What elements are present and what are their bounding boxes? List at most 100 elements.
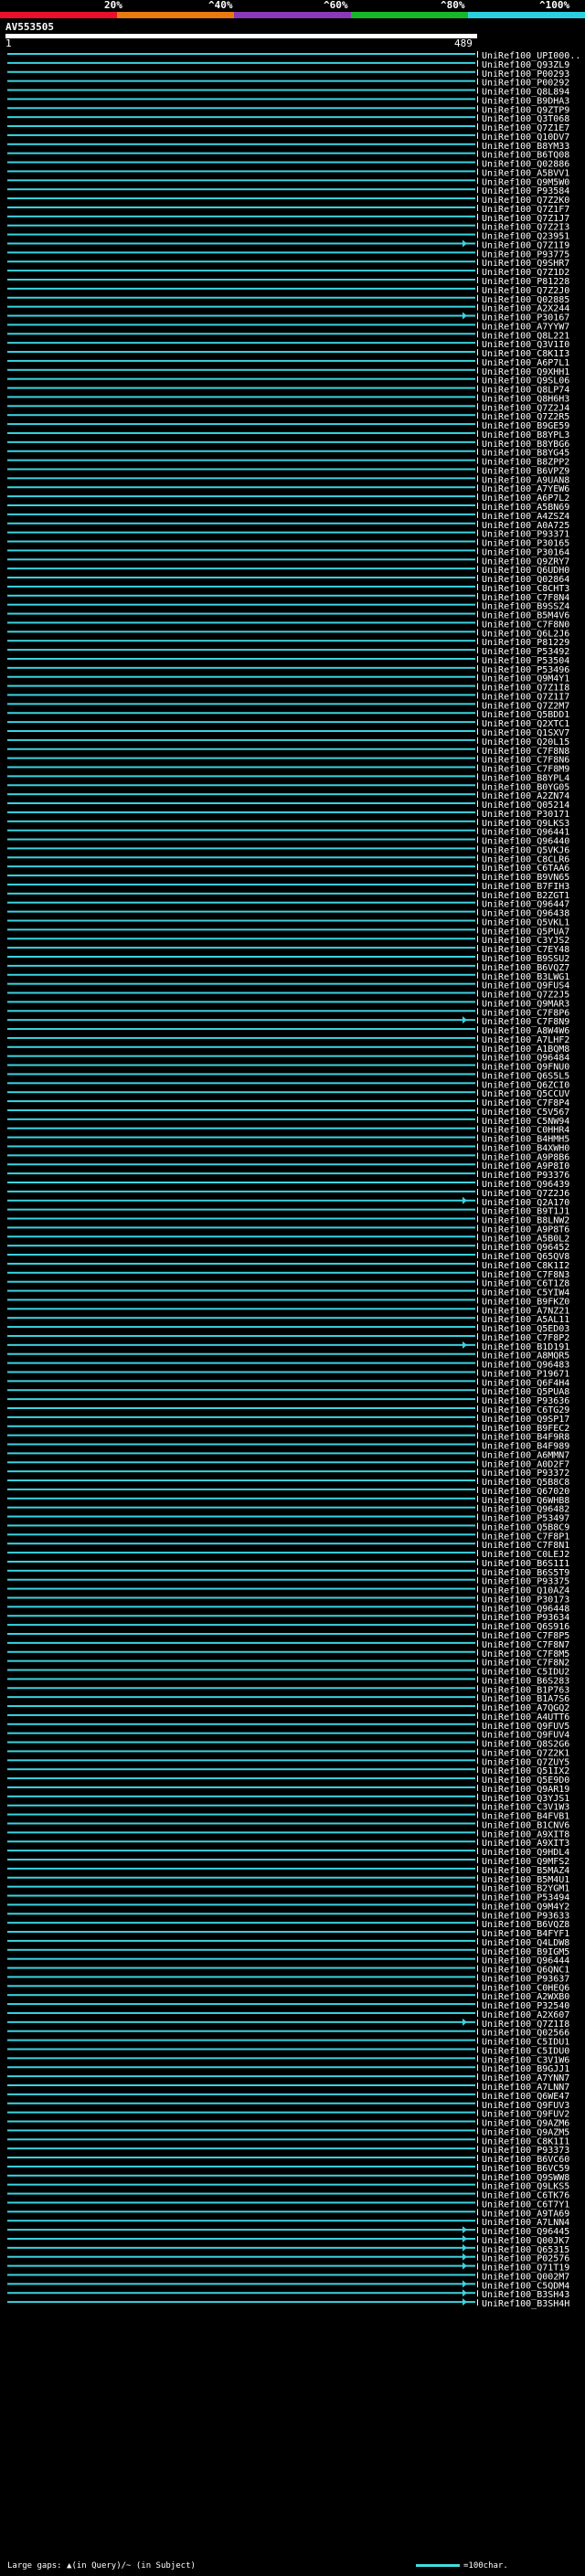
hit-bar[interactable]	[7, 80, 475, 82]
hit-bar[interactable]	[7, 405, 475, 408]
hit-bar[interactable]	[7, 2174, 475, 2177]
hit-bar[interactable]	[7, 2192, 475, 2195]
hit-bar[interactable]	[7, 1308, 475, 1310]
hit-bar[interactable]	[7, 901, 475, 904]
hit-bar[interactable]	[7, 387, 475, 389]
hit-bar[interactable]	[7, 2020, 475, 2023]
hit-bar[interactable]	[7, 585, 475, 588]
hit-bar[interactable]	[7, 703, 475, 705]
hit-bar[interactable]	[7, 1957, 475, 1960]
hit-bar[interactable]	[7, 1425, 475, 1427]
hit-bar[interactable]	[7, 2157, 475, 2159]
hit-bar[interactable]	[7, 820, 475, 822]
hit-bar[interactable]	[7, 270, 475, 272]
hit-bar[interactable]	[7, 1100, 475, 1103]
hit-bar[interactable]	[7, 486, 475, 489]
hit-bar[interactable]	[7, 838, 475, 841]
hit-bar[interactable]	[7, 53, 475, 55]
hit-bar[interactable]	[7, 1434, 475, 1436]
hit-bar[interactable]	[7, 558, 475, 561]
hit-bar[interactable]	[7, 224, 475, 227]
hit-bar[interactable]	[7, 2102, 475, 2104]
hit-bar[interactable]	[7, 847, 475, 850]
hit-bar[interactable]	[7, 1894, 475, 1897]
hit-bar[interactable]	[7, 1922, 475, 1924]
hit-bar[interactable]	[7, 649, 475, 652]
hit-bar[interactable]	[7, 1723, 475, 1725]
hit-bar[interactable]	[7, 1317, 475, 1320]
hit-bar[interactable]	[7, 730, 475, 732]
hit-bar[interactable]	[7, 657, 475, 660]
hit-bar[interactable]	[7, 2274, 475, 2276]
hit-bar[interactable]	[7, 342, 475, 345]
hit-bar[interactable]	[7, 242, 475, 245]
hit-bar[interactable]	[7, 738, 475, 741]
hit-bar[interactable]	[7, 1280, 475, 1283]
hit-bar[interactable]	[7, 1172, 475, 1175]
hit-bar[interactable]	[7, 1641, 475, 1644]
hit-bar[interactable]	[7, 2093, 475, 2095]
hit-bar[interactable]	[7, 793, 475, 796]
hit-bar[interactable]	[7, 1217, 475, 1220]
hit-bar[interactable]	[7, 1362, 475, 1364]
hit-bar[interactable]	[7, 1705, 475, 1708]
hit-bar[interactable]	[7, 359, 475, 362]
hit-bar[interactable]	[7, 883, 475, 885]
hit-bar[interactable]	[7, 1036, 475, 1039]
hit-bar[interactable]	[7, 1885, 475, 1888]
hit-bar[interactable]	[7, 1777, 475, 1780]
hit-bar[interactable]	[7, 477, 475, 480]
hit-bar[interactable]	[7, 1334, 475, 1337]
hit-bar[interactable]	[7, 1506, 475, 1509]
hit-bar[interactable]	[7, 666, 475, 669]
hit-bar[interactable]	[7, 1669, 475, 1671]
hit-bar[interactable]	[7, 1082, 475, 1085]
hit-bar[interactable]	[7, 1389, 475, 1392]
hit-label[interactable]: UniRef100_B3SH4H	[482, 2299, 569, 2309]
hit-bar[interactable]	[7, 1380, 475, 1383]
hit-bar[interactable]	[7, 2237, 475, 2240]
hit-bar[interactable]	[7, 567, 475, 570]
hit-bar[interactable]	[7, 1606, 475, 1608]
hit-bar[interactable]	[7, 829, 475, 832]
hit-bar[interactable]	[7, 1497, 475, 1500]
hit-bar[interactable]	[7, 423, 475, 426]
hit-bar[interactable]	[7, 1352, 475, 1355]
hit-bar[interactable]	[7, 2292, 475, 2295]
hit-bar[interactable]	[7, 1867, 475, 1870]
hit-bar[interactable]	[7, 1985, 475, 1988]
hit-bar[interactable]	[7, 1118, 475, 1120]
hit-bar[interactable]	[7, 161, 475, 164]
hit-bar[interactable]	[7, 766, 475, 769]
hit-bar[interactable]	[7, 1687, 475, 1690]
hit-bar[interactable]	[7, 70, 475, 73]
hit-bar[interactable]	[7, 1822, 475, 1825]
hit-bar[interactable]	[7, 603, 475, 606]
hit-bar[interactable]	[7, 125, 475, 128]
hit-bar[interactable]	[7, 260, 475, 263]
hit-bar[interactable]	[7, 1659, 475, 1662]
hit-bar[interactable]	[7, 1199, 475, 1202]
hit-bar[interactable]	[7, 1578, 475, 1581]
hit-bar[interactable]	[7, 1903, 475, 1906]
hit-bar[interactable]	[7, 89, 475, 91]
hit-bar[interactable]	[7, 2210, 475, 2213]
hit-bar[interactable]	[7, 368, 475, 371]
hit-bar[interactable]	[7, 2255, 475, 2258]
hit-bar[interactable]	[7, 1741, 475, 1744]
hit-bar[interactable]	[7, 928, 475, 931]
hit-bar[interactable]	[7, 2011, 475, 2014]
hit-bar[interactable]	[7, 1876, 475, 1879]
hit-bar[interactable]	[7, 784, 475, 787]
hit-bar[interactable]	[7, 1750, 475, 1753]
hit-bar[interactable]	[7, 1615, 475, 1617]
hit-bar[interactable]	[7, 802, 475, 805]
hit-bar[interactable]	[7, 1813, 475, 1816]
hit-bar[interactable]	[7, 133, 475, 136]
hit-bar[interactable]	[7, 1190, 475, 1193]
hit-bar[interactable]	[7, 982, 475, 985]
hit-bar[interactable]	[7, 1461, 475, 1464]
hit-bar[interactable]	[7, 450, 475, 452]
hit-bar[interactable]	[7, 892, 475, 895]
hit-bar[interactable]	[7, 2229, 475, 2231]
